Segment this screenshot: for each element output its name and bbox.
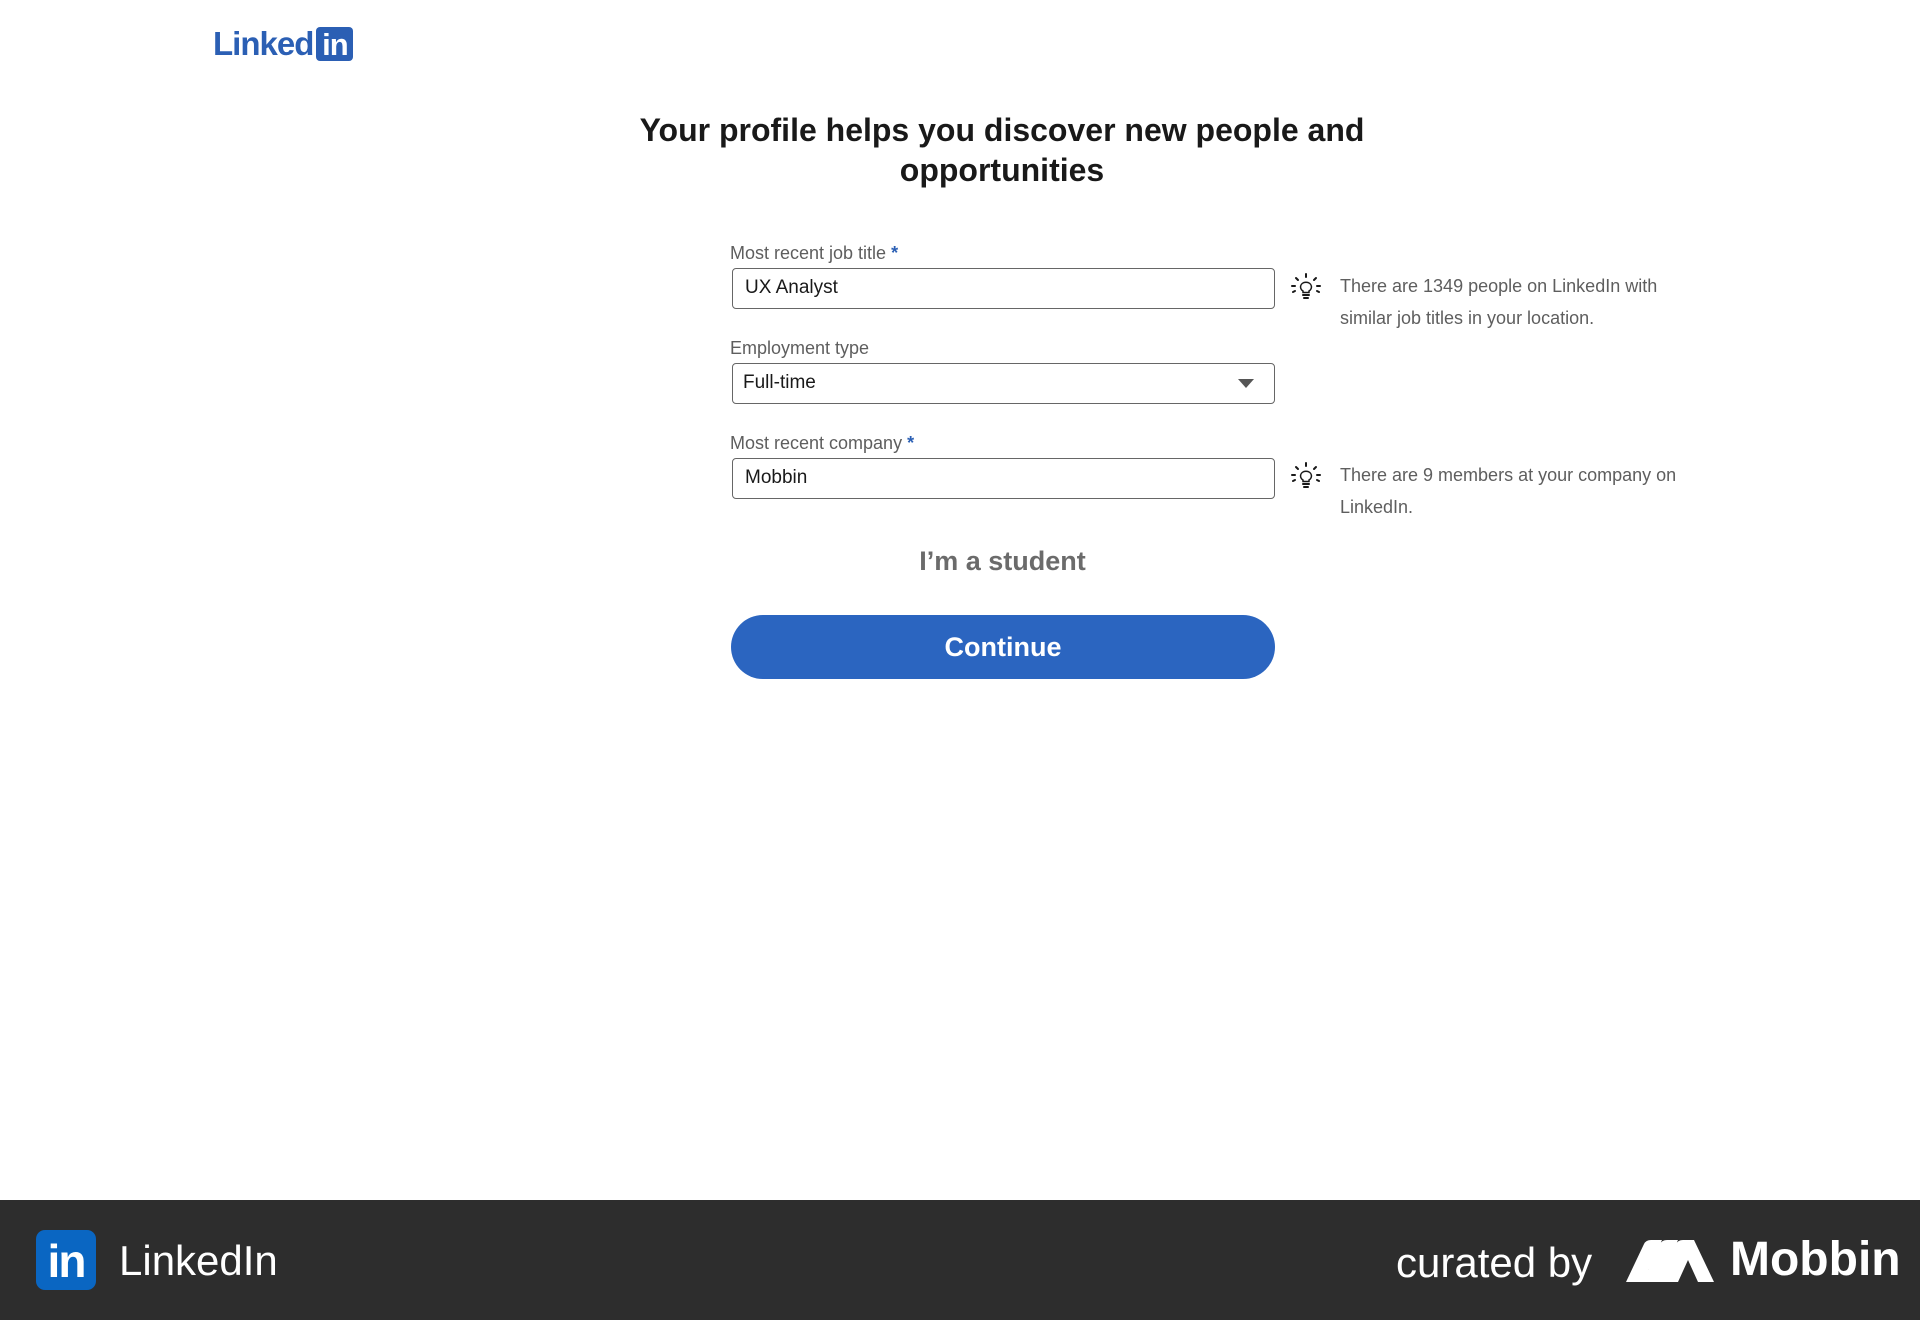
job-title-hint-text: There are 1349 people on LinkedIn with s… (1340, 276, 1658, 328)
required-marker: * (891, 243, 899, 263)
page-title: Your profile helps you discover new peop… (639, 112, 1365, 188)
mobbin-brand: Mobbin (1730, 1233, 1901, 1286)
lightbulb-icon (1291, 462, 1321, 488)
company-input[interactable]: Mobbin (732, 458, 1275, 499)
company-row: Most recent company * Mobbin (730, 428, 1275, 499)
footer-banner: in LinkedIn curated by Mobbin (0, 1200, 1920, 1320)
chevron-down-icon (1238, 379, 1254, 388)
profile-form: Most recent job title * UX Analyst Emplo… (730, 238, 1275, 523)
logo-word: Linked (213, 25, 314, 62)
job-title-label: Most recent job title * (730, 243, 899, 263)
employment-type-select[interactable]: Full-time (732, 363, 1275, 404)
company-hint: There are 9 members at your company on L… (1290, 459, 1710, 523)
job-title-hint: There are 1349 people on LinkedIn with s… (1290, 270, 1710, 334)
logo-in-box: in (316, 27, 354, 62)
continue-button[interactable]: Continue (731, 615, 1275, 679)
employment-type-label: Employment type (730, 338, 870, 358)
lightbulb-icon (1291, 273, 1321, 299)
linkedin-app-icon: in (36, 1230, 96, 1290)
employment-type-value: Full-time (743, 372, 816, 393)
linkedin-logo[interactable]: Linked in (213, 25, 354, 62)
student-link[interactable]: I’m a student (730, 543, 1275, 579)
company-label: Most recent company * (730, 433, 915, 453)
app-name: LinkedIn (119, 1237, 278, 1284)
company-hint-text: There are 9 members at your company on L… (1340, 465, 1677, 517)
job-title-row: Most recent job title * UX Analyst (730, 238, 1275, 309)
job-title-input[interactable]: UX Analyst (732, 268, 1275, 309)
mobbin-logo-icon (1626, 1240, 1714, 1282)
required-marker: * (907, 433, 915, 453)
employment-type-row: Employment type Full-time (730, 333, 1275, 404)
curated-by-label: curated by (1396, 1239, 1593, 1286)
